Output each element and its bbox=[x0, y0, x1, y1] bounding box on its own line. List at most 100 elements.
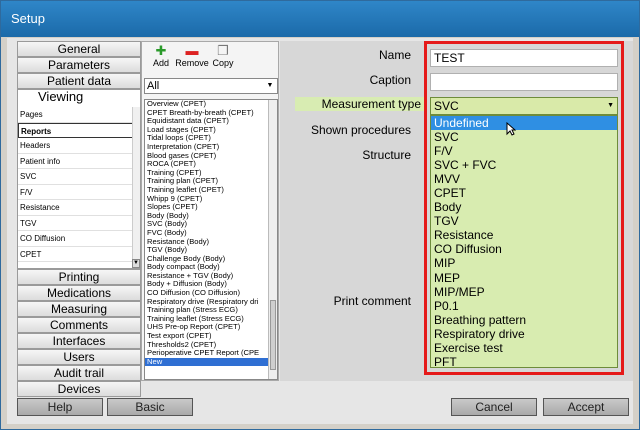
option-co-diffusion[interactable]: CO Diffusion bbox=[431, 242, 617, 256]
subnav-item-reports[interactable]: Reports bbox=[18, 122, 140, 138]
list-item[interactable]: Body + Diffusion (Body) bbox=[145, 280, 269, 289]
list-item[interactable]: Challenge Body (Body) bbox=[145, 255, 269, 264]
list-item[interactable]: Whipp 9 (CPET) bbox=[145, 195, 269, 204]
list-item[interactable]: Thresholds2 (CPET) bbox=[145, 341, 269, 350]
list-item[interactable]: SVC (Body) bbox=[145, 220, 269, 229]
accept-button[interactable]: Accept bbox=[543, 398, 629, 416]
measurement-type-select[interactable]: SVC ▼ bbox=[430, 97, 618, 115]
list-item[interactable]: Resistance (Body) bbox=[145, 238, 269, 247]
option-resistance[interactable]: Resistance bbox=[431, 228, 617, 242]
list-item[interactable]: Interpretation (CPET) bbox=[145, 143, 269, 152]
list-item[interactable]: Training (CPET) bbox=[145, 169, 269, 178]
list-item[interactable]: Body (Body) bbox=[145, 212, 269, 221]
list-item[interactable]: Test export (CPET) bbox=[145, 332, 269, 341]
subnav-item-co-diffusion[interactable]: CO Diffusion bbox=[18, 231, 140, 247]
filter-select[interactable]: All ▼ bbox=[144, 78, 278, 94]
option-respiratory-drive[interactable]: Respiratory drive bbox=[431, 327, 617, 341]
scroll-thumb[interactable] bbox=[270, 300, 276, 370]
nav-item-comments[interactable]: Comments bbox=[17, 317, 141, 333]
nav-item-users[interactable]: Users bbox=[17, 349, 141, 365]
nav-item-general[interactable]: General bbox=[17, 41, 141, 57]
subnav-item-pages[interactable]: Pages bbox=[18, 107, 140, 123]
list-item[interactable]: New bbox=[145, 357, 269, 367]
option-body[interactable]: Body bbox=[431, 200, 617, 214]
report-list[interactable]: Overview (CPET) CPET Breath-by-breath (CP… bbox=[144, 99, 278, 380]
list-item[interactable]: ROCA (CPET) bbox=[145, 160, 269, 169]
report-list-panel: ✚ Add ▬ Remove ❐ Copy All ▼ Overview (CP… bbox=[141, 41, 279, 381]
list-item[interactable]: CPET Breath-by-breath (CPET) bbox=[145, 109, 269, 118]
list-item[interactable]: Body compact (Body) bbox=[145, 263, 269, 272]
nav-item-patient-data[interactable]: Patient data bbox=[17, 73, 141, 89]
chevron-down-icon[interactable]: ▼ bbox=[132, 259, 140, 268]
nav-item-interfaces[interactable]: Interfaces bbox=[17, 333, 141, 349]
print-comment-label: Print comment bbox=[333, 294, 411, 308]
nav-item-measuring[interactable]: Measuring bbox=[17, 301, 141, 317]
list-item[interactable]: Training plan (Stress ECG) bbox=[145, 306, 269, 315]
list-item[interactable]: Perioperative CPET Report (CPE bbox=[145, 349, 269, 358]
option-mip[interactable]: MIP bbox=[431, 256, 617, 270]
remove-label: Remove bbox=[175, 58, 209, 68]
name-field[interactable]: TEST bbox=[430, 49, 618, 67]
list-item[interactable]: FVC (Body) bbox=[145, 229, 269, 238]
filter-value: All bbox=[147, 80, 160, 92]
option-p0-1[interactable]: P0.1 bbox=[431, 299, 617, 313]
shown-procedures-label: Shown procedures bbox=[310, 123, 411, 137]
option-mip-mep[interactable]: MIP/MEP bbox=[431, 285, 617, 299]
option-undefined[interactable]: Undefined bbox=[431, 116, 617, 131]
list-item[interactable]: TGV (Body) bbox=[145, 246, 269, 255]
option-tgv[interactable]: TGV bbox=[431, 214, 617, 228]
subnav-item-svc[interactable]: SVC bbox=[18, 169, 140, 185]
list-item[interactable]: Resistance + TGV (Body) bbox=[145, 272, 269, 281]
list-item[interactable]: CO Diffusion (CO Diffusion) bbox=[145, 289, 269, 298]
nav-panel: General Parameters Patient data Viewing Pa… bbox=[17, 41, 141, 397]
copy-label: Copy bbox=[212, 58, 234, 68]
option-cpet[interactable]: CPET bbox=[431, 186, 617, 200]
list-item[interactable]: Training plan (CPET) bbox=[145, 177, 269, 186]
list-item[interactable]: UHS Pre-op Report (CPET) bbox=[145, 323, 269, 332]
option-mvv[interactable]: MVV bbox=[431, 172, 617, 186]
viewing-subnav: Pages Reports Headers Patient info SVC F/V Res… bbox=[17, 107, 141, 269]
chevron-down-icon: ▼ bbox=[607, 102, 614, 109]
dialog-client: General Parameters Patient data Viewing Pa… bbox=[7, 38, 633, 424]
basic-button[interactable]: Basic bbox=[107, 398, 193, 416]
option-breathing-pattern[interactable]: Breathing pattern bbox=[431, 313, 617, 327]
subnav-item-patient-info[interactable]: Patient info bbox=[18, 154, 140, 169]
cancel-button[interactable]: Cancel bbox=[451, 398, 537, 416]
subnav-scrollbar[interactable] bbox=[132, 107, 140, 268]
list-item[interactable]: Overview (CPET) bbox=[145, 100, 269, 109]
list-item[interactable]: Blood gases (CPET) bbox=[145, 152, 269, 161]
subnav-item-headers[interactable]: Headers bbox=[18, 138, 140, 154]
option-svc[interactable]: SVC bbox=[431, 130, 617, 144]
nav-item-medications[interactable]: Medications bbox=[17, 285, 141, 301]
list-item[interactable]: Slopes (CPET) bbox=[145, 203, 269, 212]
caption-field[interactable] bbox=[430, 73, 618, 91]
subnav-item-tgv[interactable]: TGV bbox=[18, 216, 140, 231]
list-item[interactable]: Load stages (CPET) bbox=[145, 126, 269, 135]
subnav-item-cpet[interactable]: CPET bbox=[18, 247, 140, 262]
window-title: Setup bbox=[1, 1, 639, 37]
option-f-v[interactable]: F/V bbox=[431, 144, 617, 158]
add-label: Add bbox=[152, 58, 169, 68]
report-list-scrollbar[interactable] bbox=[268, 100, 277, 379]
nav-item-devices[interactable]: Devices bbox=[17, 381, 141, 397]
option-exercise-test[interactable]: Exercise test bbox=[431, 341, 617, 355]
nav-item-printing[interactable]: Printing bbox=[17, 269, 141, 285]
nav-item-parameters[interactable]: Parameters bbox=[17, 57, 141, 73]
help-button[interactable]: Help bbox=[17, 398, 103, 416]
option-mep[interactable]: MEP bbox=[431, 271, 617, 285]
option-pft[interactable]: PFT bbox=[431, 355, 617, 369]
option-svc-fvc[interactable]: SVC + FVC bbox=[431, 158, 617, 172]
measurement-type-dropdown: Undefined SVC F/V SVC + FVC MVV CPET Body TGV Re… bbox=[430, 115, 618, 369]
list-item[interactable]: Training leaflet (Stress ECG) bbox=[145, 315, 269, 324]
measurement-type-value: SVC bbox=[434, 99, 459, 113]
subnav-item-resistance[interactable]: Resistance bbox=[18, 200, 140, 216]
list-item[interactable]: Respiratory drive (Respiratory dri bbox=[145, 298, 269, 307]
nav-item-viewing[interactable]: Viewing bbox=[17, 89, 141, 107]
setup-window: Setup General Parameters Patient data View… bbox=[0, 0, 640, 430]
nav-item-audit-trail[interactable]: Audit trail bbox=[17, 365, 141, 381]
copy-button[interactable]: ❐ Copy bbox=[206, 44, 240, 69]
subnav-item-f-v[interactable]: F/V bbox=[18, 185, 140, 200]
list-item[interactable]: Training leaflet (CPET) bbox=[145, 186, 269, 195]
list-item[interactable]: Equidistant data (CPET) bbox=[145, 117, 269, 126]
list-item[interactable]: Tidal loops (CPET) bbox=[145, 134, 269, 143]
